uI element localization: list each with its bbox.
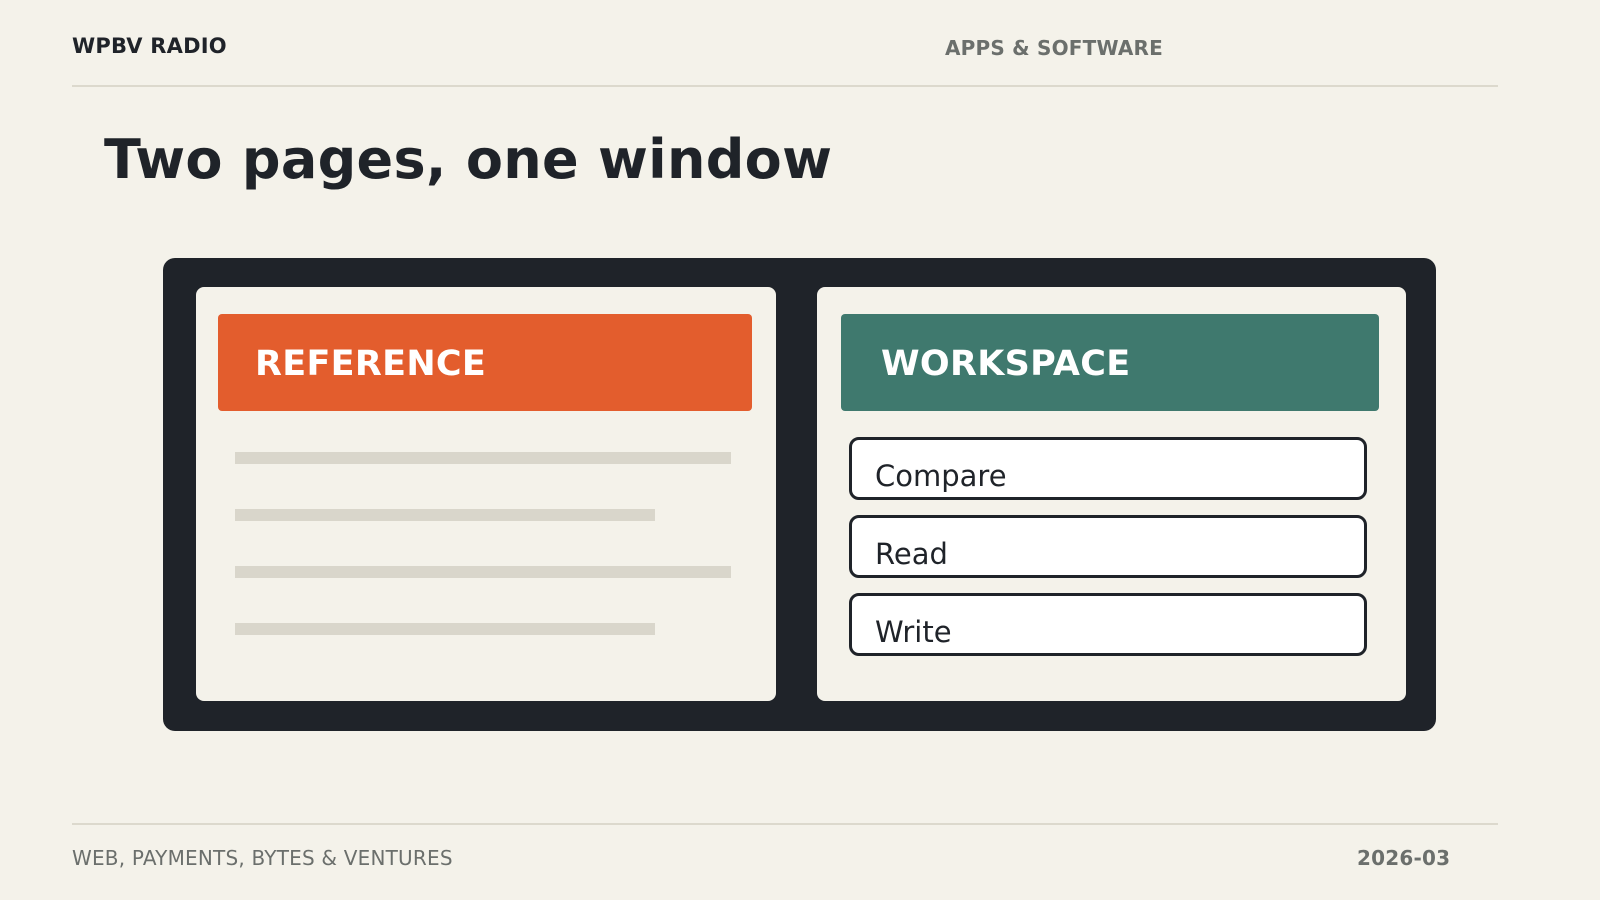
write-button[interactable]: Write (849, 593, 1367, 656)
reference-pane: REFERENCE (196, 287, 776, 701)
footer-tagline: WEB, PAYMENTS, BYTES & VENTURES (72, 846, 453, 870)
read-button[interactable]: Read (849, 515, 1367, 578)
placeholder-text-line (235, 452, 731, 464)
placeholder-text-line (235, 566, 731, 578)
workspace-pane-label: WORKSPACE (881, 344, 1131, 384)
brand-name: WPBV RADIO (72, 34, 227, 58)
workspace-pane-header: WORKSPACE (841, 314, 1379, 411)
compare-button[interactable]: Compare (849, 437, 1367, 500)
workspace-pane: WORKSPACE Compare Read Write (817, 287, 1406, 701)
section-label: APPS & SOFTWARE (945, 36, 1163, 60)
placeholder-text-line (235, 509, 655, 521)
footer-date: 2026-03 (1357, 846, 1451, 870)
top-bar: WPBV RADIO APPS & SOFTWARE (72, 0, 1498, 87)
placeholder-text-line (235, 623, 655, 635)
slide-title: Two pages, one window (104, 128, 833, 191)
workspace-action-list: Compare Read Write (849, 437, 1367, 671)
split-window-illustration: REFERENCE WORKSPACE Compare Read Write (163, 258, 1436, 731)
reference-pane-label: REFERENCE (255, 344, 487, 384)
reference-pane-header: REFERENCE (218, 314, 752, 411)
footer-divider (72, 823, 1498, 825)
